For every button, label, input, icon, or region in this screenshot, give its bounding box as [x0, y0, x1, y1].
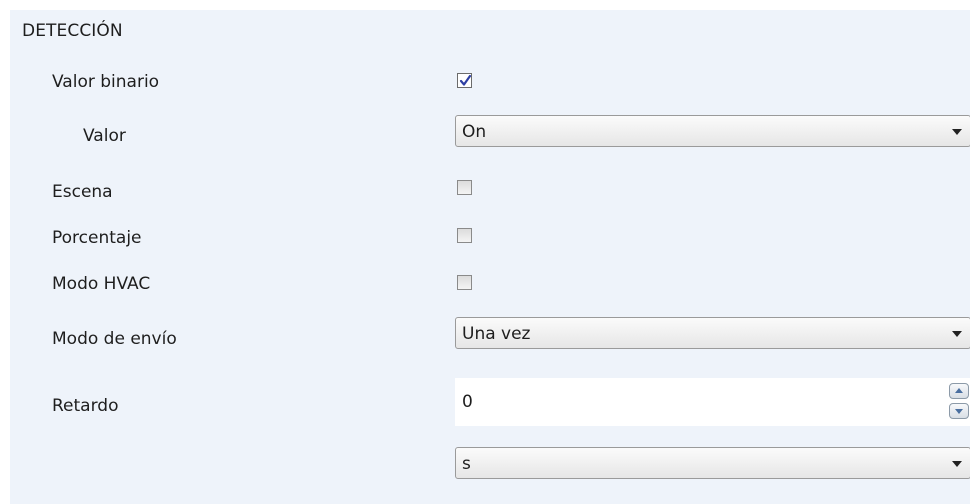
arrow-down-icon	[955, 409, 963, 414]
section-title: DETECCIÓN	[22, 21, 123, 41]
escena-checkbox[interactable]	[457, 180, 472, 195]
chevron-down-icon	[952, 461, 962, 467]
spin-down-button[interactable]	[949, 403, 969, 419]
retardo-value[interactable]: 0	[462, 392, 473, 412]
retardo-unit-selected-value: s	[462, 454, 471, 474]
detection-panel: DETECCIÓN Valor binario Valor On Escena …	[10, 10, 970, 504]
modo-hvac-label: Modo HVAC	[52, 274, 151, 294]
chevron-down-icon	[952, 331, 962, 337]
porcentaje-label: Porcentaje	[52, 228, 142, 248]
chevron-down-icon	[952, 129, 962, 135]
escena-label: Escena	[52, 182, 113, 202]
valor-select[interactable]: On	[455, 115, 970, 147]
porcentaje-checkbox[interactable]	[457, 228, 472, 243]
modo-envio-selected-value: Una vez	[462, 324, 531, 344]
spin-up-button[interactable]	[949, 383, 969, 399]
retardo-label: Retardo	[52, 396, 119, 416]
valor-binario-checkbox[interactable]	[457, 73, 472, 88]
modo-envio-select[interactable]: Una vez	[455, 317, 970, 349]
valor-selected-value: On	[462, 122, 487, 142]
retardo-spinbox[interactable]: 0	[455, 378, 970, 426]
modo-hvac-checkbox[interactable]	[457, 275, 472, 290]
arrow-up-icon	[955, 388, 963, 393]
check-icon	[459, 74, 472, 86]
valor-label: Valor	[83, 126, 126, 146]
valor-binario-label: Valor binario	[52, 72, 160, 92]
modo-envio-label: Modo de envío	[52, 329, 177, 349]
retardo-unit-select[interactable]: s	[455, 447, 970, 479]
